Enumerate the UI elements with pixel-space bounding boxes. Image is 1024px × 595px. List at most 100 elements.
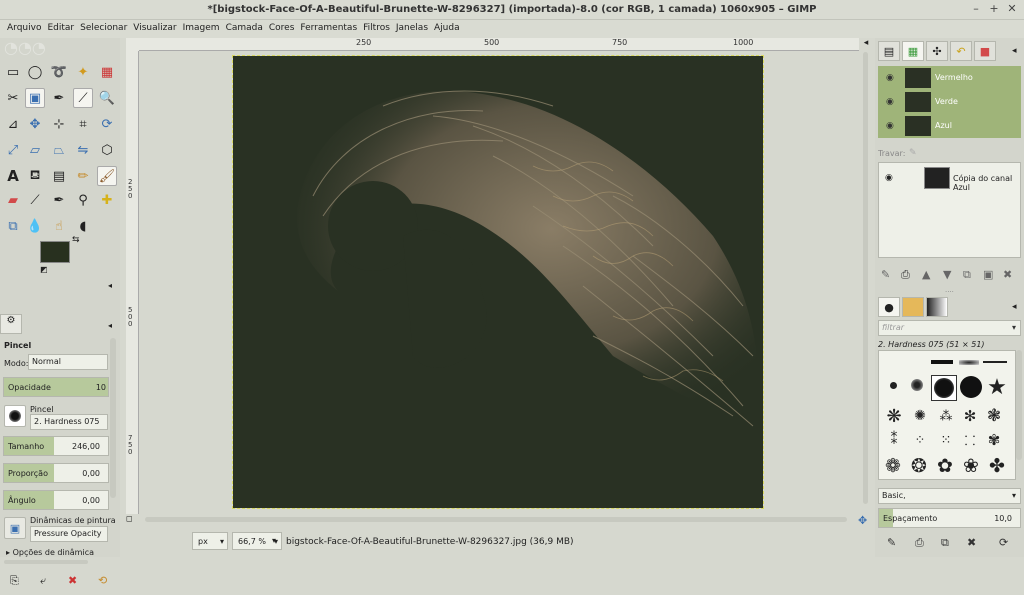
menu-arquivo[interactable]: Arquivo: [4, 20, 44, 38]
shear-tool-icon[interactable]: ▱: [25, 140, 45, 160]
menu-editar[interactable]: Editar: [44, 20, 77, 38]
new-brush-icon[interactable]: ⎙: [915, 536, 924, 550]
size-slider[interactable]: Tamanho 246,00: [3, 436, 109, 456]
dodge-burn-tool-icon[interactable]: ◖: [73, 216, 93, 236]
brush-grid[interactable]: ★ ❋ ✺ ⁂ ✻ ❃ ⁑ ⁘ ⁙ ⸬ ✾ ❁ ❂ ✿ ❀ ✤: [878, 350, 1016, 480]
channel-red-row[interactable]: ◉ Vermelho: [878, 66, 1021, 90]
brush-hardness-050[interactable]: [907, 375, 927, 395]
raise-channel-icon[interactable]: ▲: [922, 268, 930, 281]
clone-tool-icon[interactable]: ⚲: [73, 190, 93, 210]
move-tool-icon[interactable]: ✥: [25, 114, 45, 134]
zoom-tool-icon[interactable]: 🔍: [97, 88, 117, 108]
channel-green-row[interactable]: ◉ Verde: [878, 90, 1021, 114]
color-picker-tool-icon[interactable]: ⟋: [73, 88, 93, 108]
refresh-brushes-icon[interactable]: ⟳: [999, 536, 1008, 549]
image-canvas[interactable]: [232, 55, 764, 509]
dock-menu-icon[interactable]: ◂: [1012, 46, 1017, 56]
horizontal-scroll-thumb[interactable]: [145, 517, 847, 522]
rect-select-tool-icon[interactable]: ▭: [3, 62, 23, 82]
edit-channel-icon[interactable]: ✎: [881, 268, 890, 281]
menu-camada[interactable]: Camada: [223, 20, 266, 38]
heal-tool-icon[interactable]: ✚: [97, 190, 117, 210]
ink-tool-icon[interactable]: ✒: [49, 190, 69, 210]
brush-name-field[interactable]: 2. Hardness 075: [30, 414, 108, 430]
scale-tool-icon[interactable]: ⤢: [3, 140, 23, 160]
cage-tool-icon[interactable]: ⬡: [97, 140, 117, 160]
eye-icon[interactable]: ◉: [886, 121, 894, 131]
brushes-menu-icon[interactable]: ◂: [1012, 302, 1017, 312]
menu-visualizar[interactable]: Visualizar: [130, 20, 179, 38]
dock-separator[interactable]: ····: [945, 288, 954, 296]
brush-texture-01[interactable]: ❋: [883, 405, 905, 427]
swap-colors-icon[interactable]: ⇆: [72, 235, 80, 245]
brushes-tab-icon[interactable]: ●: [878, 297, 900, 317]
brush-preset-select[interactable]: Basic, ▾: [878, 488, 1021, 504]
text-tool-icon[interactable]: A: [3, 166, 23, 186]
unit-select[interactable]: px ▾: [192, 532, 228, 550]
scissors-tool-icon[interactable]: ✂: [3, 88, 23, 108]
fuzzy-select-tool-icon[interactable]: ✦: [73, 62, 93, 82]
paintbrush-tool-icon[interactable]: 🖌: [97, 166, 117, 186]
colormap-tab-icon[interactable]: ■: [974, 41, 996, 61]
channels-tab-icon[interactable]: ▦: [902, 41, 924, 61]
airbrush-tool-icon[interactable]: ⟋: [25, 190, 45, 210]
duplicate-brush-icon[interactable]: ⧉: [941, 536, 949, 550]
eye-icon[interactable]: ◉: [885, 173, 893, 183]
saved-channel-row[interactable]: ◉ Cópia do canal Azul: [879, 166, 1020, 192]
angle-slider[interactable]: Ângulo 0,00: [3, 490, 109, 510]
vertical-scrollbar[interactable]: [859, 38, 873, 514]
brush-texture-04[interactable]: ✻: [959, 405, 981, 427]
brush-hardness-small[interactable]: [883, 375, 903, 395]
quick-mask-toggle-icon[interactable]: ◻: [126, 514, 133, 523]
brush-texture-03[interactable]: ⁂: [935, 405, 957, 427]
delete-options-icon[interactable]: ✖: [68, 574, 77, 587]
free-select-tool-icon[interactable]: ➰: [49, 62, 69, 82]
channel-to-selection-icon[interactable]: ▣: [983, 268, 993, 281]
vertical-ruler[interactable]: 2 5 0 5 0 0 7 5 0: [126, 51, 139, 514]
brush-texture-12[interactable]: ❂: [907, 455, 931, 477]
delete-channel-icon[interactable]: ✖: [1003, 268, 1012, 281]
paths-tool-icon[interactable]: ✒: [49, 88, 69, 108]
save-options-icon[interactable]: ⎘: [10, 574, 19, 588]
tool-options-vscrollbar[interactable]: [110, 338, 116, 498]
brush-texture-08[interactable]: ⁙: [935, 429, 957, 451]
brush-texture-14[interactable]: ❀: [959, 455, 983, 477]
brush-texture-10[interactable]: ✾: [983, 429, 1005, 451]
measure-tool-icon[interactable]: ⊿: [3, 114, 23, 134]
menu-ferramentas[interactable]: Ferramentas: [297, 20, 360, 38]
brush-hardness-100[interactable]: [959, 375, 983, 399]
canvas-area[interactable]: [139, 51, 859, 514]
spacing-slider[interactable]: Espaçamento 10,0: [878, 508, 1021, 528]
patterns-tab-icon[interactable]: [902, 297, 924, 317]
align-tool-icon[interactable]: ⊹: [49, 114, 69, 134]
smudge-tool-icon[interactable]: ☝: [49, 216, 69, 236]
brush-texture-13[interactable]: ✿: [933, 455, 957, 477]
opacity-slider[interactable]: Opacidade 10: [3, 377, 109, 397]
layers-tab-icon[interactable]: ▤: [878, 41, 900, 61]
close-button[interactable]: ✕: [1004, 2, 1020, 15]
eye-icon[interactable]: ◉: [886, 97, 894, 107]
menu-filtros[interactable]: Filtros: [360, 20, 393, 38]
brush-texture-11[interactable]: ❁: [881, 455, 905, 477]
horizontal-scrollbar[interactable]: [139, 514, 859, 524]
foreground-color-swatch[interactable]: [40, 241, 70, 263]
brush-hardness-075-selected[interactable]: [931, 375, 957, 401]
perspective-tool-icon[interactable]: ⏢: [49, 140, 69, 160]
mode-select[interactable]: Normal: [28, 354, 108, 370]
brush-texture-06[interactable]: ⁑: [883, 429, 905, 451]
flip-tool-icon[interactable]: ⇋: [73, 140, 93, 160]
vertical-scroll-thumb[interactable]: [863, 52, 868, 504]
aspect-slider[interactable]: Proporção 0,00: [3, 463, 109, 483]
undo-history-tab-icon[interactable]: ↶: [950, 41, 972, 61]
edit-brush-icon[interactable]: ✎: [887, 536, 896, 549]
maximize-button[interactable]: +: [986, 2, 1002, 15]
select-by-color-tool-icon[interactable]: ▦: [97, 62, 117, 82]
restore-options-icon[interactable]: ⤶: [40, 574, 46, 588]
brush-texture-07[interactable]: ⁘: [909, 429, 931, 451]
brush-star[interactable]: ★: [985, 375, 1009, 400]
brush-texture-02[interactable]: ✺: [909, 405, 931, 427]
paths-tab-icon[interactable]: ✣: [926, 41, 948, 61]
brush-block-02[interactable]: [959, 360, 979, 365]
menu-selecionar[interactable]: Selecionar: [77, 20, 130, 38]
dynamics-field[interactable]: Pressure Opacity: [30, 526, 108, 542]
